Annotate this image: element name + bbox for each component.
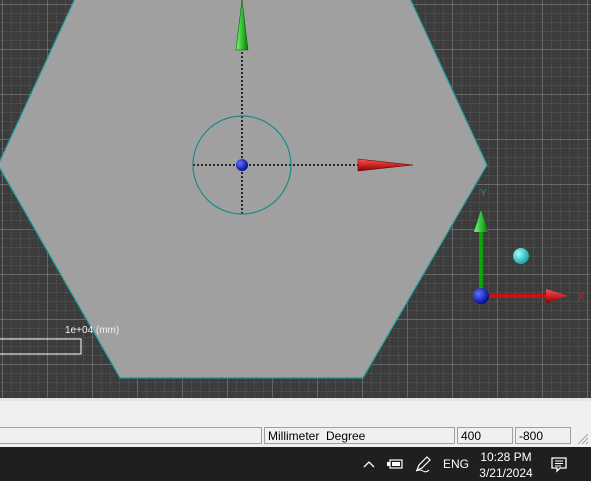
status-bar: Millimeter Degree 400 -800 [0,425,591,447]
notification-icon[interactable] [550,456,568,473]
light-source-icon [513,248,529,264]
status-units: Millimeter Degree [264,427,455,444]
3d-viewport[interactable]: Y X 1e+04 (mm) [0,0,591,398]
clock-date: 3/21/2024 [479,466,533,480]
status-message [0,427,262,444]
clock-time: 10:28 PM [480,450,532,464]
viewport-canvas[interactable]: Y X [0,0,591,398]
gizmo-center-handle[interactable] [236,159,248,171]
command-area [0,401,591,426]
chevron-up-icon[interactable] [363,460,375,468]
x-axis-label: X [578,292,585,303]
status-coord-y: -800 [515,427,571,444]
language-indicator[interactable]: ENG [443,457,469,471]
clock[interactable]: 10:28 PM 3/21/2024 [470,449,542,481]
pen-icon[interactable] [414,455,432,473]
taskbar: ENG 10:28 PM 3/21/2024 [0,447,591,481]
y-axis-label: Y [480,188,487,199]
battery-icon[interactable] [386,457,404,471]
z-axis-origin-icon [473,288,489,304]
resize-grip-icon[interactable] [575,431,589,445]
scale-label: 1e+04 (mm) [65,325,120,336]
status-coord-x: 400 [457,427,513,444]
